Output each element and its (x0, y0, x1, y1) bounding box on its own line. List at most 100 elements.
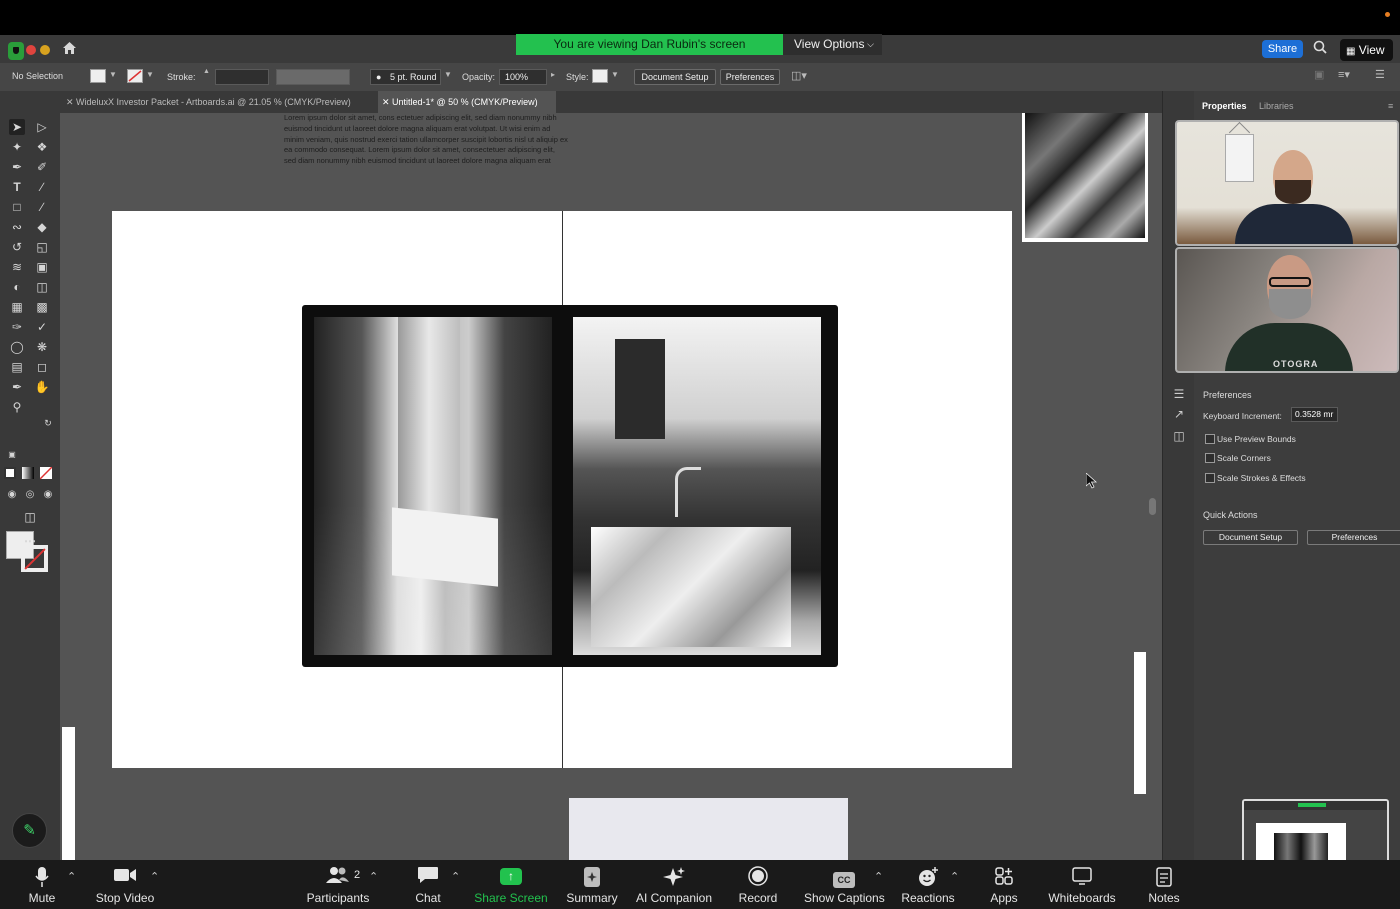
close-icon[interactable]: ✕ (66, 91, 74, 113)
lasso-icon[interactable]: ❖ (34, 139, 50, 155)
export-icon[interactable]: ↗ (1172, 407, 1186, 421)
lorem-text-block[interactable]: Lorem ipsum dolor sit amet, cons ectetue… (284, 113, 569, 167)
screen-mode-icon[interactable]: ◫ (20, 509, 40, 525)
graph-tool-icon[interactable]: ▤ (9, 359, 25, 375)
keyboard-increment-field[interactable]: 0.3528 mr (1291, 407, 1338, 422)
more-tools-icon[interactable]: ⋯ (20, 533, 40, 549)
eyedropper-icon[interactable]: ✑ (9, 319, 25, 335)
chevron-down-icon[interactable]: ▼ (444, 70, 454, 84)
film-strip-photo[interactable] (302, 305, 838, 667)
whiteboards-button[interactable]: Whiteboards (1048, 860, 1116, 909)
chevron-down-icon[interactable]: ▼ (146, 70, 156, 84)
align-icon[interactable]: ≡▾ (1338, 68, 1358, 82)
document-setup-button[interactable]: Document Setup (634, 69, 716, 85)
eraser-icon[interactable]: ◆ (34, 219, 50, 235)
type-tool-icon[interactable]: T (9, 179, 25, 195)
show-captions-button[interactable]: CC Show Captions (804, 860, 885, 909)
rectangle-tool-icon[interactable]: □ (9, 199, 25, 215)
artboard[interactable] (112, 211, 1012, 768)
arrange-icon[interactable]: ◫▾ (791, 69, 815, 83)
notes-button[interactable]: Notes (1144, 860, 1184, 909)
participants-button[interactable]: 2 Participants (307, 860, 369, 909)
draw-behind-icon[interactable]: ◎ (22, 487, 38, 503)
canvas[interactable]: Lorem ipsum dolor sit amet, cons ectetue… (60, 113, 1162, 860)
swap-icon[interactable]: ↻ (40, 415, 56, 431)
view-options-button[interactable]: View Options ⌵ (783, 34, 882, 55)
perspective-grid-icon[interactable]: ◫ (34, 279, 50, 295)
scale-tool-icon[interactable]: ◱ (34, 239, 50, 255)
shape-builder-icon[interactable]: ◐ (9, 279, 25, 295)
pencil-icon[interactable]: ✎ (12, 813, 47, 848)
chevron-down-icon[interactable]: ▼ (611, 70, 621, 84)
transform-icon[interactable]: ▣ (1314, 68, 1328, 82)
record-button[interactable]: Record (738, 860, 778, 909)
paintbrush-icon[interactable]: ∕ (34, 199, 50, 215)
chat-button[interactable]: Chat (408, 860, 448, 909)
default-colors-icon[interactable]: ▣ (4, 447, 20, 463)
share-screen-button[interactable]: ↑ Share Screen (474, 860, 548, 909)
summary-button[interactable]: Summary (566, 860, 618, 909)
free-transform-icon[interactable]: ▣ (34, 259, 50, 275)
scale-strokes-checkbox[interactable] (1205, 473, 1215, 483)
chevron-up-icon[interactable]: ⌃ (950, 870, 959, 883)
line-tool-icon[interactable]: ∕ (34, 179, 50, 195)
home-icon[interactable] (62, 41, 77, 59)
hand-tool-icon[interactable]: ✋ (34, 379, 50, 395)
stroke-swatch[interactable] (127, 69, 143, 83)
artboard-tool-icon[interactable]: ◻ (34, 359, 50, 375)
participant-video-tile[interactable] (1175, 120, 1399, 246)
chevron-up-icon[interactable]: ⌃ (67, 870, 76, 883)
photo-thumbnail[interactable] (1022, 113, 1148, 242)
stroke-weight-field[interactable] (215, 69, 269, 85)
gradient-tool-icon[interactable]: ▩ (34, 299, 50, 315)
preferences-button[interactable]: Preferences (720, 69, 780, 85)
rotate-tool-icon[interactable]: ↺ (9, 239, 25, 255)
measure-tool-icon[interactable]: ✓ (34, 319, 50, 335)
chevron-up-icon[interactable]: ⌃ (874, 870, 883, 883)
draw-inside-icon[interactable]: ◉ (40, 487, 56, 503)
gradient-mode-icon[interactable] (22, 467, 34, 479)
mesh-tool-icon[interactable]: ▦ (9, 299, 25, 315)
brush-field[interactable]: ● 5 pt. Round (370, 69, 441, 85)
scale-corners-checkbox[interactable] (1205, 453, 1215, 463)
variable-width-field[interactable] (276, 69, 350, 85)
fill-swatch[interactable] (90, 69, 106, 83)
tab-libraries[interactable]: Libraries (1259, 101, 1294, 111)
tab-untitled[interactable]: ✕ Untitled-1* @ 50 % (CMYK/Preview) (378, 91, 556, 113)
chevron-up-icon[interactable]: ⌃ (451, 870, 460, 883)
opacity-field[interactable]: 100% (499, 69, 547, 85)
layers-icon[interactable]: ☰ (1172, 387, 1186, 401)
zoom-tool-icon[interactable]: ⚲ (9, 399, 25, 415)
width-tool-icon[interactable]: ≋ (9, 259, 25, 275)
menu-icon[interactable]: ☰ (1375, 68, 1389, 82)
stepper-icon[interactable]: ▲ (203, 68, 213, 82)
chevron-down-icon[interactable]: ▼ (109, 70, 119, 84)
slice-tool-icon[interactable]: ✒ (9, 379, 25, 395)
preferences-button[interactable]: Preferences (1307, 530, 1400, 545)
chevron-up-icon[interactable]: ⌃ (369, 870, 378, 883)
participant-video-tile[interactable]: OTOGRA (1175, 247, 1399, 373)
minimize-window-button[interactable] (40, 45, 50, 55)
chevron-up-icon[interactable]: ⌃ (150, 870, 159, 883)
stop-video-button[interactable]: Stop Video (96, 860, 154, 909)
style-swatch[interactable] (592, 69, 608, 83)
mute-button[interactable]: Mute (22, 860, 62, 909)
search-icon[interactable] (1313, 40, 1327, 57)
color-mode-icon[interactable] (4, 467, 16, 479)
direct-selection-tool-icon[interactable]: ▷ (34, 119, 50, 135)
selection-tool-icon[interactable]: ➤ (9, 119, 25, 135)
blend-tool-icon[interactable]: ◯ (9, 339, 25, 355)
view-button[interactable]: ▦ View (1340, 39, 1393, 61)
reactions-button[interactable]: Reactions (901, 860, 955, 909)
document-setup-button[interactable]: Document Setup (1203, 530, 1298, 545)
close-icon[interactable]: ✕ (382, 91, 390, 113)
artboard-below[interactable] (569, 798, 848, 860)
shaper-tool-icon[interactable]: ∾ (9, 219, 25, 235)
magic-wand-icon[interactable]: ✦ (9, 139, 25, 155)
ai-companion-button[interactable]: AI Companion (636, 860, 712, 909)
symbol-sprayer-icon[interactable]: ❋ (34, 339, 50, 355)
draw-normal-icon[interactable]: ◉ (4, 487, 20, 503)
curvature-tool-icon[interactable]: ✐ (34, 159, 50, 175)
chevron-right-icon[interactable]: ▸ (551, 70, 561, 84)
none-mode-icon[interactable] (39, 466, 53, 480)
